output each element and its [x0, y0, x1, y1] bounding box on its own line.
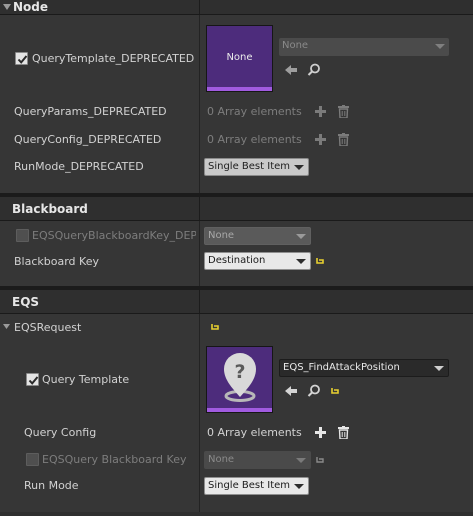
eqs-pin-thumbnail-icon: ?: [224, 353, 256, 402]
dropdown-value: Single Best Item: [208, 161, 291, 172]
query-template-deprecated-label: QueryTemplate_DEPRECATED: [32, 52, 195, 65]
run-mode-deprecated-dropdown[interactable]: Single Best Item: [204, 158, 309, 176]
chevron-down-icon: [296, 458, 306, 463]
query-template-label: Query Template: [42, 373, 130, 386]
chevron-down-icon: [435, 44, 445, 49]
dropdown-value: Single Best Item: [208, 480, 291, 491]
chevron-down-icon: [294, 484, 304, 489]
column-divider: [199, 290, 200, 313]
node-panel: QueryTemplate_DEPRECATED None None Query…: [0, 15, 473, 193]
svg-text:?: ?: [234, 361, 245, 383]
reset-to-default-icon[interactable]: [211, 323, 219, 331]
blackboard-key-dropdown[interactable]: Destination: [204, 252, 311, 270]
delete-trash-icon[interactable]: [338, 133, 349, 146]
dropdown-value: None: [208, 454, 235, 465]
blackboard-panel: EQSQueryBlackboardKey_DEPRE None Blackbo…: [0, 221, 473, 286]
chevron-down-icon: [296, 259, 306, 264]
query-template-asset-combo[interactable]: EQS_FindAttackPosition: [279, 359, 449, 377]
use-selected-arrow-icon[interactable]: [285, 385, 297, 397]
checkmark-icon: [17, 55, 28, 64]
column-divider: [199, 221, 200, 286]
delete-trash-icon[interactable]: [338, 426, 349, 439]
thumbnail-accent-bar: [207, 87, 272, 91]
use-selected-arrow-icon[interactable]: [285, 64, 297, 76]
asset-combo-value: None: [282, 40, 309, 51]
chevron-down-icon: [296, 234, 306, 239]
section-title-node: Node: [13, 0, 49, 14]
eqs-query-blackboard-key-deprecated-checkbox[interactable]: [16, 229, 29, 242]
query-params-deprecated-value: 0 Array elements: [207, 105, 302, 118]
collapse-arrow-icon[interactable]: [3, 324, 10, 331]
eqs-panel: EQSRequest Query Template ? EQS_FindAtta…: [0, 314, 473, 512]
query-template-thumbnail[interactable]: ?: [206, 346, 273, 413]
checkmark-icon: [28, 376, 39, 385]
run-mode-label: Run Mode: [24, 479, 79, 492]
dropdown-value: None: [208, 230, 235, 241]
eqs-query-blackboard-key-checkbox[interactable]: [26, 453, 39, 466]
query-config-deprecated-value: 0 Array elements: [207, 133, 302, 146]
reset-to-default-icon[interactable]: [331, 387, 339, 395]
dropdown-value: Destination: [208, 255, 266, 266]
bottom-header-strip: [0, 512, 473, 516]
run-mode-deprecated-label: RunMode_DEPRECATED: [14, 160, 144, 173]
query-template-deprecated-thumbnail[interactable]: None: [206, 25, 273, 92]
eqs-request-label: EQSRequest: [14, 321, 82, 334]
browse-magnifier-icon[interactable]: [307, 63, 321, 77]
column-divider: [199, 314, 200, 512]
eqs-query-blackboard-key-deprecated-dropdown[interactable]: None: [204, 227, 311, 245]
add-plus-icon[interactable]: [315, 134, 326, 145]
eqs-query-blackboard-key-deprecated-label: EQSQueryBlackboardKey_DEPRE: [32, 229, 196, 242]
collapse-arrow-icon[interactable]: [3, 4, 11, 11]
run-mode-dropdown[interactable]: Single Best Item: [204, 477, 309, 495]
add-plus-icon[interactable]: [315, 427, 326, 438]
add-plus-icon[interactable]: [315, 106, 326, 117]
browse-magnifier-icon[interactable]: [307, 384, 321, 398]
reset-to-default-icon[interactable]: [316, 257, 324, 265]
section-header-blackboard[interactable]: Blackboard: [0, 197, 473, 221]
reset-to-default-icon[interactable]: [316, 456, 324, 464]
chevron-down-icon: [294, 165, 304, 170]
column-divider: [199, 0, 200, 14]
chevron-down-icon: [434, 366, 444, 371]
asset-combo-value: EQS_FindAttackPosition: [283, 362, 400, 373]
section-title-eqs: EQS: [12, 294, 40, 309]
eqs-query-blackboard-key-label: EQSQuery Blackboard Key: [42, 453, 187, 466]
column-divider: [199, 15, 200, 193]
query-config-label: Query Config: [24, 426, 97, 439]
thumbnail-none-text: None: [226, 52, 253, 63]
query-template-deprecated-checkbox[interactable]: [15, 52, 28, 65]
section-header-eqs[interactable]: EQS: [0, 290, 473, 314]
blackboard-key-label: Blackboard Key: [14, 255, 99, 268]
query-template-checkbox[interactable]: [26, 373, 39, 386]
delete-trash-icon[interactable]: [338, 105, 349, 118]
query-params-deprecated-label: QueryParams_DEPRECATED: [14, 105, 167, 118]
column-divider: [199, 197, 200, 220]
thumbnail-accent-bar: [207, 408, 272, 412]
section-header-node[interactable]: Node: [0, 0, 473, 15]
eqs-query-blackboard-key-dropdown[interactable]: None: [204, 451, 311, 469]
query-config-deprecated-label: QueryConfig_DEPRECATED: [14, 133, 162, 146]
query-config-value: 0 Array elements: [207, 426, 302, 439]
section-title-blackboard: Blackboard: [12, 201, 88, 216]
query-template-deprecated-asset-combo[interactable]: None: [279, 38, 449, 56]
